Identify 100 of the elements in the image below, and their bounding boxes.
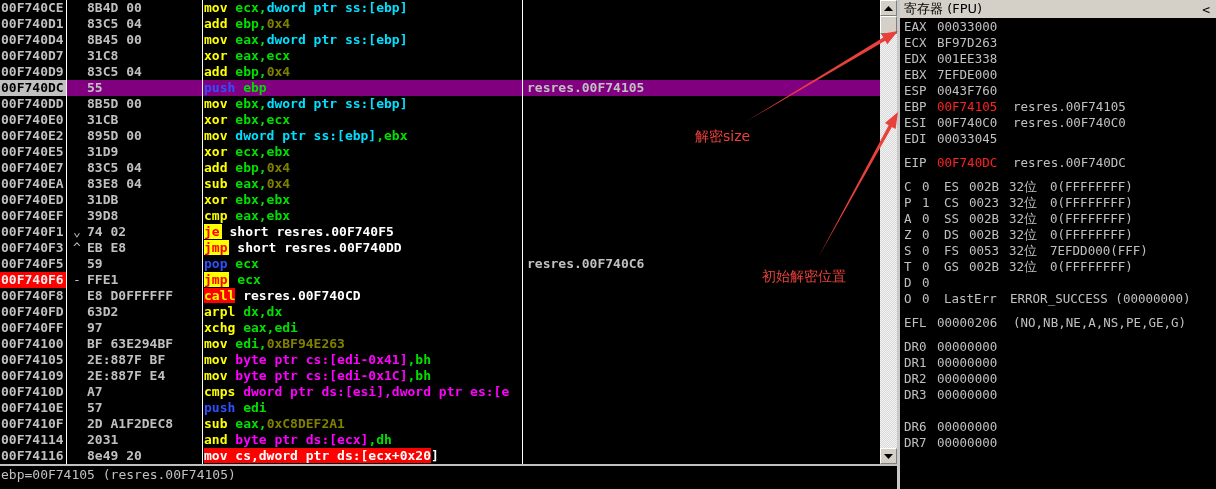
disassembly-row[interactable]: 00F740D4 8B45 00 mov eax,dword ptr ss:[ebp] <box>0 32 880 48</box>
register-value[interactable]: 001EE338 <box>937 51 1009 67</box>
instruction-cell: mov dword ptr ss:[ebp],ebx <box>204 128 408 144</box>
annotation-label: 解密size <box>695 128 751 146</box>
register-name: ECX <box>904 35 928 51</box>
scroll-down-button[interactable] <box>880 448 897 464</box>
collapse-button[interactable]: < <box>1202 1 1210 17</box>
segment-name: FS <box>944 243 961 259</box>
disassembly-row[interactable]: 00F74105 2E:887F BF mov byte ptr cs:[edi-0x41],bh <box>0 352 880 368</box>
address-cell-text: 00F74114 <box>0 432 65 448</box>
hex-bytes-cell: 31D9 <box>87 144 119 160</box>
register-value[interactable]: 00000000 <box>937 387 1009 403</box>
hex-bytes-cell: FFE1 <box>87 272 119 288</box>
flag-name: Z <box>904 227 913 243</box>
register-value[interactable]: 00000000 <box>937 435 1009 451</box>
segment-base: 0(FFFFFFFF) <box>1050 179 1133 195</box>
register-name: EAX <box>904 19 928 35</box>
address-cell-text: 00F740FF <box>0 320 65 336</box>
disassembly-row[interactable]: 00F740D7 31C8 xor eax,ecx <box>0 48 880 64</box>
segment-selector[interactable]: 0023 <box>969 195 1009 211</box>
flag-value[interactable]: 0 <box>922 179 944 195</box>
address-cell-text: 00F7410F <box>0 416 65 432</box>
disassembly-row[interactable]: 00F740FD 63D2 arpl dx,dx <box>0 304 880 320</box>
address-cell-text: 00F74100 <box>0 336 65 352</box>
disassembly-row[interactable]: 00F740DC 55 push ebp resres.00F74105 <box>0 80 880 96</box>
register-value[interactable]: 00F740DC <box>937 155 1009 171</box>
register-name: EFL <box>904 315 928 331</box>
disassembly-row[interactable]: 00F7410F 2D A1F2DEC8 sub eax,0xC8DEF2A1 <box>0 416 880 432</box>
register-name: ESI <box>904 115 928 131</box>
address-cell-text: 00F740EA <box>0 176 65 192</box>
hex-bytes-cell: 63D2 <box>87 304 119 320</box>
disassembly-row[interactable]: 00F7410D A7 cmps dword ptr ds:[esi],dword ptr es:[e <box>0 384 880 400</box>
address-cell-text: 00F74116 <box>0 448 65 464</box>
flag-value[interactable]: 0 <box>922 243 944 259</box>
register-value[interactable]: 00000000 <box>937 419 1009 435</box>
register-value[interactable]: 00F74105 <box>937 99 1009 115</box>
segment-bits: 32位 <box>1009 243 1039 259</box>
segment-selector[interactable]: 002B <box>969 227 1009 243</box>
flag-value[interactable]: 0 <box>922 291 944 307</box>
register-value[interactable]: 00033045 <box>937 131 1009 147</box>
instruction-cell: cmps dword ptr ds:[esi],dword ptr es:[e <box>204 384 510 400</box>
disassembly-row[interactable]: 00F740DD 8B5D 00 mov ebx,dword ptr ss:[ebp] <box>0 96 880 112</box>
segment-name: ES <box>944 179 961 195</box>
scrollbar-thumb[interactable] <box>880 16 897 34</box>
register-value[interactable]: 7EFDE000 <box>937 67 1009 83</box>
hex-bytes-cell: 39D8 <box>87 208 119 224</box>
register-value[interactable]: 00033000 <box>937 19 1009 35</box>
segment-selector[interactable]: 002B <box>969 211 1009 227</box>
disassembly-row[interactable]: 00F740E0 31CB xor ebx,ecx <box>0 112 880 128</box>
register-name: DR3 <box>904 387 928 403</box>
disassembly-row[interactable]: 00F740F8 E8 D0FFFFFF call resres.00F740CD <box>0 288 880 304</box>
flag-value[interactable]: 1 <box>922 195 944 211</box>
address-cell-text: 00F740F5 <box>0 256 65 272</box>
status-bar-text: ebp=00F74105 (resres.00F74105) <box>1 467 236 482</box>
disassembly-row[interactable]: 00F740FF 97 xchg eax,edi <box>0 320 880 336</box>
segment-selector[interactable]: 002B <box>969 179 1009 195</box>
register-value[interactable]: BF97D263 <box>937 35 1009 51</box>
scrollbar[interactable] <box>880 0 897 464</box>
flag-value[interactable]: 0 <box>922 259 944 275</box>
disassembly-row[interactable]: 00F740ED 31DB xor ebx,ebx <box>0 192 880 208</box>
disassembly-row[interactable]: 00F7410E 57 push edi <box>0 400 880 416</box>
panel-title: 寄存器 (FPU) <box>904 0 983 18</box>
hex-bytes-cell: 83C5 04 <box>87 16 142 32</box>
register-value[interactable]: 00000000 <box>937 339 1009 355</box>
down-triangle-icon <box>884 453 893 459</box>
scroll-up-button[interactable] <box>880 0 897 16</box>
register-value[interactable]: 00F740C0 <box>937 115 1009 131</box>
register-value[interactable]: 00000000 <box>937 355 1009 371</box>
disassembly-row[interactable]: 00F740E7 83C5 04 add ebp,0x4 <box>0 160 880 176</box>
disassembly-row[interactable]: 00F740EA 83E8 04 sub eax,0x4 <box>0 176 880 192</box>
annotation-label: 初始解密位置 <box>762 268 846 286</box>
disassembly-row[interactable]: 00F74100 BF 63E294BF mov edi,0xBF94E263 <box>0 336 880 352</box>
jump-marker: ^ <box>72 240 82 256</box>
disassembly-row[interactable]: 00F740CE 8B4D 00 mov ecx,dword ptr ss:[ebp] <box>0 0 880 16</box>
register-name: EDX <box>904 51 928 67</box>
register-name: EBX <box>904 67 928 83</box>
register-value[interactable]: 0043F760 <box>937 83 1009 99</box>
segment-selector[interactable]: 002B <box>969 259 1009 275</box>
address-cell-text: 00F740FD <box>0 304 65 320</box>
hex-bytes-cell: 83C5 04 <box>87 160 142 176</box>
flag-value[interactable]: 0 <box>922 211 944 227</box>
instruction-cell: cmp eax,ebx <box>204 208 291 224</box>
flag-value[interactable]: 0 <box>922 227 944 243</box>
register-value[interactable]: 00000000 <box>937 371 1009 387</box>
disassembly-row[interactable]: 00F740F3 ^ EB E8 jmp short resres.00F740DD <box>0 240 880 256</box>
instruction-cell: push edi <box>204 400 267 416</box>
disassembly-row[interactable]: 00F740D1 83C5 04 add ebp,0x4 <box>0 16 880 32</box>
instruction-cell: xchg eax,edi <box>204 320 298 336</box>
up-triangle-icon <box>884 5 893 11</box>
flag-value[interactable]: 0 <box>922 275 944 291</box>
segment-selector[interactable]: 0053 <box>969 243 1009 259</box>
disassembly-row[interactable]: 00F74109 2E:887F E4 mov byte ptr cs:[edi-0x1C],bh <box>0 368 880 384</box>
instruction-cell: mov ebx,dword ptr ss:[ebp] <box>204 96 408 112</box>
address-cell-text: 00F740D4 <box>0 32 65 48</box>
instruction-cell: arpl dx,dx <box>204 304 283 320</box>
address-cell-text: 00F740F1 <box>0 224 65 240</box>
disassembly-row[interactable]: 00F740F1 ⌄ 74 02 je short resres.00F740F5 <box>0 224 880 240</box>
disassembly-row[interactable]: 00F740E5 31D9 xor ecx,ebx <box>0 144 880 160</box>
instruction-cell: sub eax,0xC8DEF2A1 <box>204 416 345 432</box>
register-value[interactable]: 00000206 <box>937 315 1009 331</box>
